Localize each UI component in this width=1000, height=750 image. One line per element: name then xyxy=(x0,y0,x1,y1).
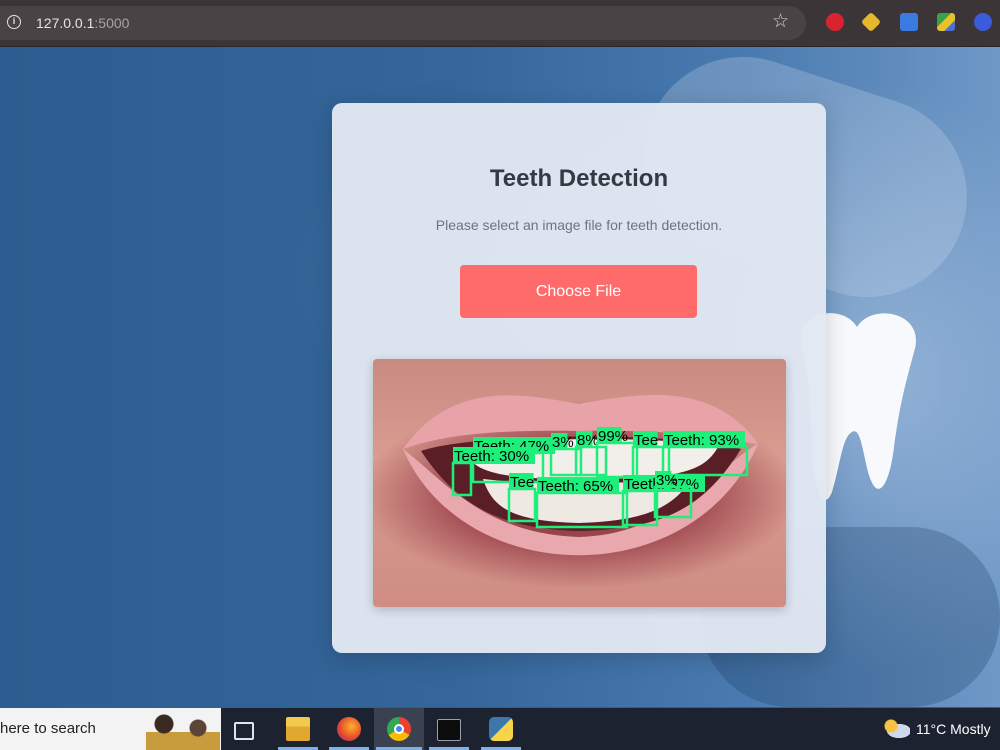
windows-taskbar: here to search 11°C Mostly xyxy=(0,708,1000,750)
detection-label: 99% xyxy=(598,428,628,445)
detection-card: Teeth Detection Please select an image f… xyxy=(332,103,826,653)
detection-label: 8% xyxy=(577,432,599,449)
extension-icon-blue[interactable] xyxy=(974,13,992,31)
site-info-icon[interactable]: i xyxy=(7,15,21,29)
firefox-icon[interactable] xyxy=(337,717,361,741)
translate-extension-icon[interactable] xyxy=(900,13,918,31)
instruction-text: Please select an image file for teeth de… xyxy=(435,217,723,233)
address-bar[interactable]: i 127.0.0.1:5000 ☆ xyxy=(0,6,806,40)
url-text[interactable]: 127.0.0.1:5000 xyxy=(36,15,129,31)
browser-toolbar: i 127.0.0.1:5000 ☆ xyxy=(0,0,1000,47)
bookmark-star-icon[interactable]: ☆ xyxy=(772,12,789,32)
detection-label: Teeth: 30% xyxy=(454,448,529,465)
detection-label: 3% xyxy=(552,434,574,451)
extension-icon-colorful[interactable] xyxy=(937,13,955,31)
detection-result-image: Teeth: 47% 3% 8% 99% Tee Teeth: 93% Teeth: 30%… xyxy=(373,359,786,607)
page-title: Teeth Detection xyxy=(489,165,669,192)
task-view-icon[interactable] xyxy=(234,722,254,740)
terminal-icon[interactable] xyxy=(437,719,461,741)
detection-label: Teeth: 65% xyxy=(538,478,613,495)
extension-icon-red[interactable] xyxy=(826,13,844,31)
file-explorer-icon[interactable] xyxy=(286,717,310,741)
page-background: Teeth Detection Please select an image f… xyxy=(0,47,1000,707)
search-placeholder: here to search xyxy=(0,720,96,737)
detection-label: Teeth: 93% xyxy=(664,432,739,449)
search-highlight-art xyxy=(146,710,220,750)
detection-label: 3% xyxy=(656,472,678,489)
choose-file-button[interactable]: Choose File xyxy=(460,265,697,318)
url-port: :5000 xyxy=(94,15,130,31)
weather-text[interactable]: 11°C Mostly xyxy=(916,721,991,737)
url-host: 127.0.0.1 xyxy=(36,15,95,31)
detection-label: Tee xyxy=(510,474,534,491)
taskbar-search-box[interactable]: here to search xyxy=(0,708,221,750)
mouth-photo: Teeth: 47% 3% 8% 99% Tee Teeth: 93%Teeth: 30%… xyxy=(403,395,758,556)
extension-icon-yellow[interactable] xyxy=(860,11,882,33)
python-icon[interactable] xyxy=(489,717,513,741)
chrome-icon[interactable] xyxy=(387,717,411,741)
detection-label: Tee xyxy=(634,432,658,449)
weather-cloud-icon[interactable] xyxy=(882,718,910,738)
